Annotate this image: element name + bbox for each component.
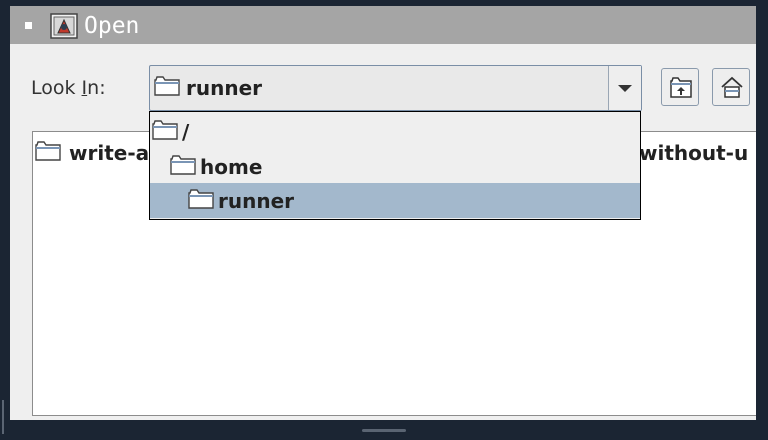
folder-icon (154, 76, 180, 100)
resize-handle[interactable] (362, 429, 406, 432)
combo-dropdown-button[interactable] (608, 66, 641, 110)
title-bar[interactable]: Open (10, 6, 756, 44)
folder-icon (152, 119, 178, 144)
window-menu-icon[interactable] (25, 22, 32, 29)
dropdown-item-runner[interactable]: runner (150, 183, 640, 218)
folder-icon (170, 154, 196, 179)
dropdown-item-label: runner (218, 188, 295, 213)
home-icon (721, 76, 743, 98)
chevron-down-icon (618, 85, 632, 92)
folder-up-icon (670, 77, 692, 98)
list-item-label: write-a (69, 141, 150, 165)
look-in-value: runner (186, 76, 263, 100)
java-app-icon (50, 13, 78, 39)
dropdown-item-label: home (200, 154, 263, 179)
look-in-selected: runner (154, 66, 262, 110)
dropdown-item-label: / (182, 119, 190, 144)
open-dialog: Open Look In: runner write-a without-u /… (10, 6, 756, 420)
folder-icon (188, 188, 214, 213)
desktop-edge (2, 400, 4, 434)
look-in-label: Look In: (31, 77, 106, 99)
up-one-level-button[interactable] (661, 68, 699, 106)
dropdown-item-home[interactable]: home (150, 149, 640, 184)
folder-icon (35, 141, 61, 165)
look-in-combo[interactable]: runner (149, 65, 642, 111)
list-item-label-tail: without-u (639, 141, 749, 165)
home-button[interactable] (712, 68, 750, 106)
look-in-dropdown-list[interactable]: / home runner (149, 111, 641, 220)
window-title: Open (84, 13, 140, 39)
dropdown-item-root[interactable]: / (150, 114, 640, 149)
list-item[interactable]: write-a (35, 140, 149, 166)
desktop: Open Look In: runner write-a without-u /… (0, 0, 768, 440)
